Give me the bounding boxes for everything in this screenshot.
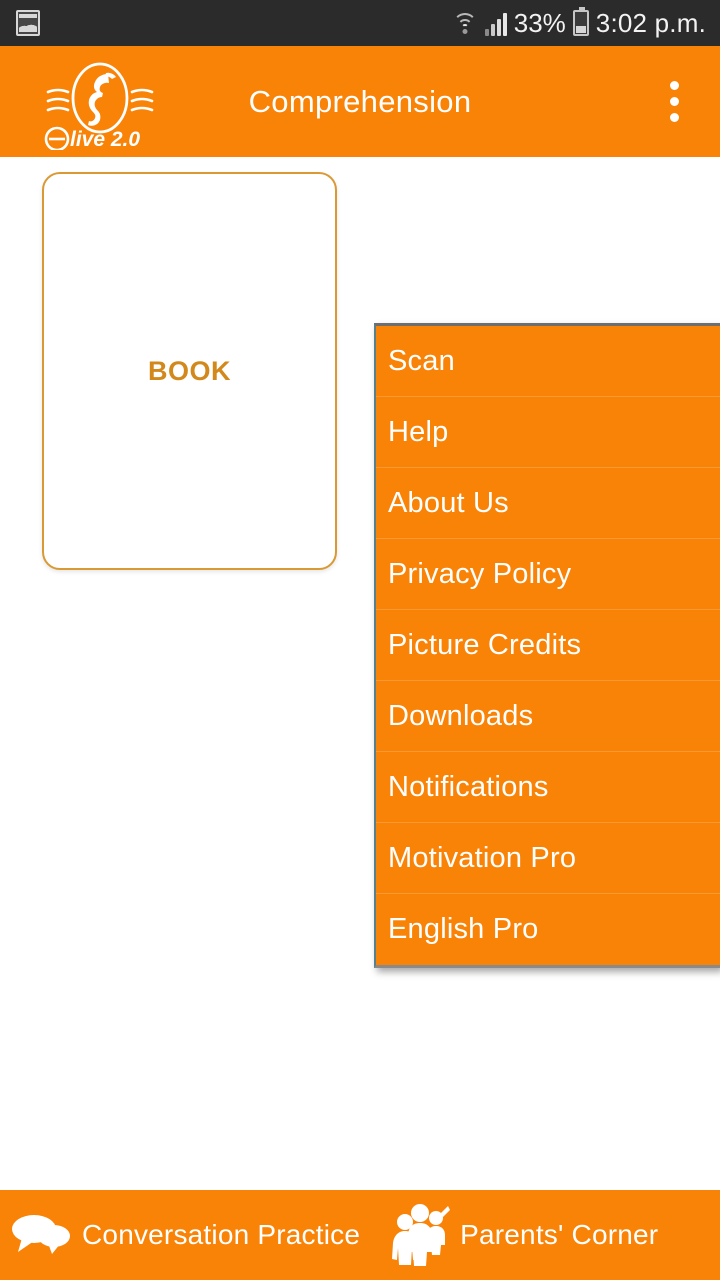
- status-bar-right: 33% 3:02 p.m.: [452, 7, 706, 39]
- svg-text:live 2.0: live 2.0: [70, 128, 140, 150]
- book-card[interactable]: BOOK: [42, 172, 337, 570]
- page-title: Comprehension: [248, 83, 472, 119]
- menu-item-label: Picture Credits: [388, 628, 582, 661]
- menu-item-downloads[interactable]: Downloads: [376, 681, 720, 752]
- bottom-item-parents-corner[interactable]: Parents' Corner: [360, 1190, 720, 1280]
- battery-icon: [572, 7, 589, 36]
- wifi-icon: [452, 10, 478, 36]
- photo-icon: [16, 10, 40, 36]
- speech-bubbles-icon: [10, 1210, 72, 1260]
- menu-item-label: About Us: [388, 486, 509, 519]
- bottom-item-label: Parents' Corner: [460, 1219, 659, 1250]
- menu-item-label: English Pro: [388, 913, 539, 945]
- bottom-item-label: Conversation Practice: [82, 1219, 361, 1250]
- menu-item-picture-credits[interactable]: Picture Credits: [376, 610, 720, 681]
- menu-item-help[interactable]: Help: [376, 397, 720, 468]
- menu-item-about-us[interactable]: About Us: [376, 468, 720, 539]
- bottom-item-conversation-practice[interactable]: Conversation Practice: [0, 1190, 360, 1280]
- menu-item-label: Notifications: [388, 770, 549, 803]
- app-bar: live 2.0 Comprehension: [0, 46, 720, 157]
- status-bar: 33% 3:02 p.m.: [0, 0, 720, 46]
- menu-item-label: Privacy Policy: [388, 557, 572, 590]
- status-bar-left: [16, 10, 40, 36]
- family-icon: [390, 1204, 451, 1266]
- menu-item-label: Motivation Pro: [388, 841, 577, 874]
- clock-label: 3:02 p.m.: [595, 7, 706, 38]
- menu-item-motivation-pro[interactable]: Motivation Pro: [376, 823, 720, 894]
- menu-item-english-pro[interactable]: English Pro: [376, 894, 720, 965]
- app-screen: 33% 3:02 p.m. live 2.0 Comprehension BOO…: [0, 0, 720, 1280]
- menu-item-label: Help: [388, 415, 449, 448]
- menu-item-notifications[interactable]: Notifications: [376, 752, 720, 823]
- menu-item-label: Downloads: [388, 699, 534, 732]
- bottom-navigation-bar: Conversation Practice Parents' Corner: [0, 1190, 720, 1280]
- cellular-signal-icon: [484, 10, 507, 36]
- book-card-label: BOOK: [148, 355, 231, 386]
- battery-percent-label: 33%: [513, 7, 566, 38]
- menu-item-scan[interactable]: Scan: [376, 326, 720, 397]
- menu-item-label: Scan: [388, 344, 455, 377]
- menu-item-privacy-policy[interactable]: Privacy Policy: [376, 539, 720, 610]
- overflow-menu-icon[interactable]: [628, 46, 720, 157]
- main-content: BOOK Scan Help About Us Privacy Policy P…: [0, 157, 720, 1190]
- overflow-popup-menu[interactable]: Scan Help About Us Privacy Policy Pictur…: [374, 323, 720, 968]
